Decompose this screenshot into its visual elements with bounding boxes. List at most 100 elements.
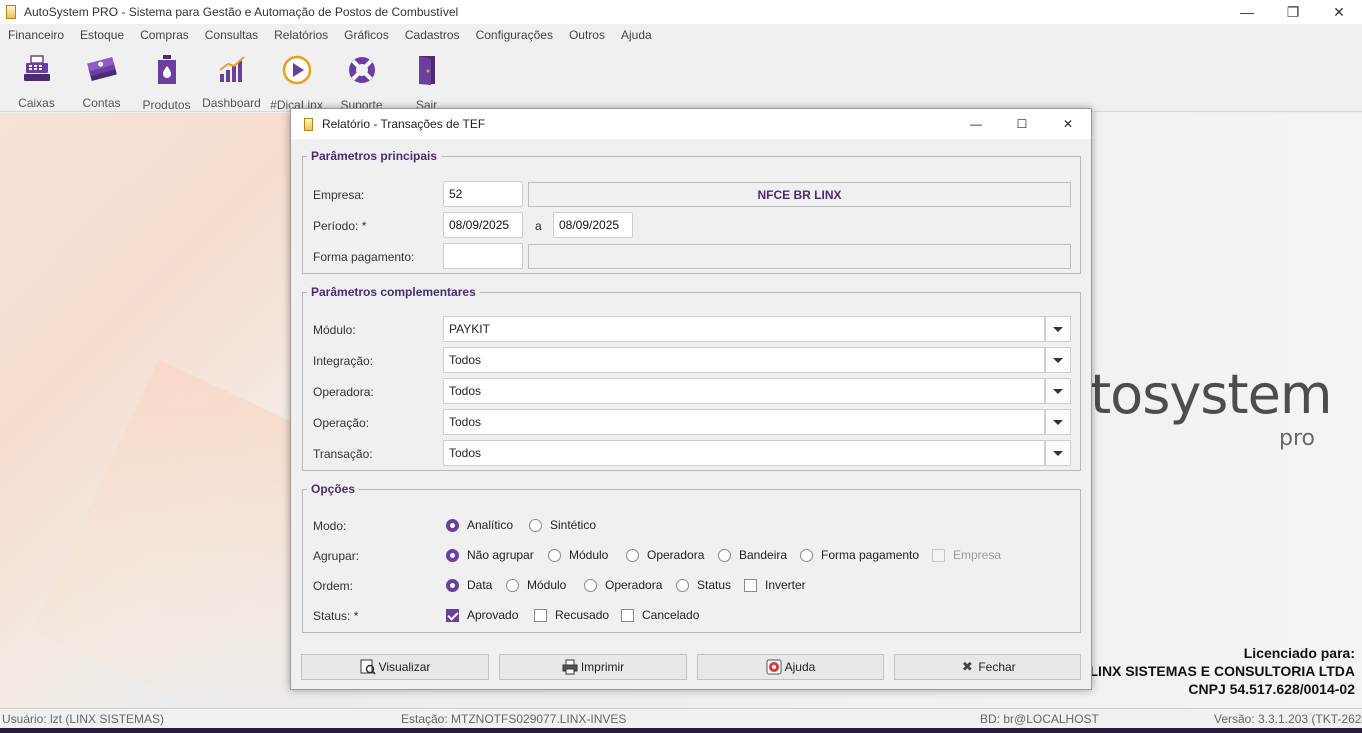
toolbar-contas-button[interactable]: Contas xyxy=(69,46,134,110)
agrupar-operadora-radio[interactable]: Operadora xyxy=(626,548,704,562)
integracao-dropdown-button[interactable] xyxy=(1045,347,1071,373)
window-controls: — ❐ ✕ xyxy=(1224,0,1362,24)
menu-bar: Financeiro Estoque Compras Consultas Rel… xyxy=(0,24,1362,46)
empresa-code-input[interactable]: 52 xyxy=(443,181,523,207)
operadora-label: Operadora: xyxy=(313,385,374,399)
periodo-to-input[interactable]: 08/09/2025 xyxy=(553,212,633,238)
preview-icon xyxy=(360,659,376,675)
forma-pagamento-label: Forma pagamento: xyxy=(313,250,415,264)
imprimir-button[interactable]: Imprimir xyxy=(499,654,687,680)
option-label: Recusado xyxy=(555,608,610,622)
toolbar-label: Dashboard xyxy=(202,96,261,110)
ordem-modulo-radio[interactable]: Módulo xyxy=(506,578,566,592)
ajuda-button[interactable]: Ajuda xyxy=(697,654,884,680)
agrupar-label: Agrupar: xyxy=(313,549,360,563)
menu-financeiro[interactable]: Financeiro xyxy=(2,28,70,42)
dialog-minimize-button[interactable]: — xyxy=(953,109,999,139)
agrupar-nao-agrupar-radio[interactable]: Não agrupar xyxy=(446,548,534,562)
button-label: Ajuda xyxy=(784,660,816,674)
close-button[interactable]: ✕ xyxy=(1316,0,1362,24)
modulo-dropdown-button[interactable] xyxy=(1045,316,1071,342)
option-label: Não agrupar xyxy=(467,548,534,562)
toolbar-suporte-button[interactable]: Suporte xyxy=(329,46,394,112)
toolbar-label: Caixas xyxy=(18,96,55,110)
menu-consultas[interactable]: Consultas xyxy=(199,28,264,42)
radio-selected-icon xyxy=(446,548,459,562)
dialog-close-button[interactable]: ✕ xyxy=(1045,109,1091,139)
option-label: Inverter xyxy=(765,578,806,592)
toolbar-dashboard-button[interactable]: Dashboard xyxy=(199,46,264,110)
ordem-status-radio[interactable]: Status xyxy=(676,578,731,592)
menu-compras[interactable]: Compras xyxy=(134,28,195,42)
agrupar-bandeira-radio[interactable]: Bandeira xyxy=(718,548,787,562)
taskbar-strip xyxy=(0,728,1362,733)
dialog-controls: — ☐ ✕ xyxy=(953,109,1091,139)
status-cancelado-checkbox[interactable]: Cancelado xyxy=(621,608,699,622)
option-label: Empresa xyxy=(953,548,1002,562)
checkbox-icon xyxy=(534,608,547,622)
comp-params-group: Parâmetros complementares Módulo: PAYKIT… xyxy=(302,285,1081,471)
radio-icon xyxy=(506,578,519,592)
periodo-label: Período: * xyxy=(313,219,367,233)
autosystem-logo-text: tosystem xyxy=(1090,363,1332,426)
option-label: Módulo xyxy=(569,548,609,562)
modo-analitico-radio[interactable]: Analítico xyxy=(446,518,513,532)
transacao-select[interactable]: Todos xyxy=(443,440,1045,466)
modulo-label: Módulo: xyxy=(313,323,356,337)
integracao-select[interactable]: Todos xyxy=(443,347,1045,373)
forma-pagamento-code-input[interactable] xyxy=(443,243,523,269)
main-params-group: Parâmetros principais Empresa: 52 NFCE B… xyxy=(302,149,1081,274)
status-recusado-checkbox[interactable]: Recusado xyxy=(534,608,609,622)
toolbar-dicalinx-button[interactable]: #DicaLinx xyxy=(264,46,329,112)
toolbar-produtos-button[interactable]: Produtos xyxy=(134,46,199,112)
option-label: Status xyxy=(697,578,732,592)
ordem-operadora-radio[interactable]: Operadora xyxy=(584,578,662,592)
dialog-maximize-button[interactable]: ☐ xyxy=(999,109,1045,139)
status-aprovado-checkbox[interactable]: Aprovado xyxy=(446,608,518,622)
menu-cadastros[interactable]: Cadastros xyxy=(399,28,466,42)
menu-ajuda[interactable]: Ajuda xyxy=(615,28,658,42)
operadora-select[interactable]: Todos xyxy=(443,378,1045,404)
chevron-down-icon xyxy=(1053,357,1063,363)
radio-selected-icon xyxy=(446,578,459,592)
options-group: Opções Modo: Analítico Sintético Agrupar… xyxy=(302,482,1081,633)
periodo-from-input[interactable]: 08/09/2025 xyxy=(443,212,523,238)
modo-sintetico-radio[interactable]: Sintético xyxy=(529,518,596,532)
operacao-select[interactable]: Todos xyxy=(443,409,1045,435)
menu-configuracoes[interactable]: Configurações xyxy=(470,28,559,42)
visualizar-button[interactable]: Visualizar xyxy=(301,654,489,680)
ordem-data-radio[interactable]: Data xyxy=(446,578,492,592)
option-label: Bandeira xyxy=(739,548,788,562)
transacao-dropdown-button[interactable] xyxy=(1045,440,1071,466)
option-label: Operadora xyxy=(605,578,663,592)
option-label: Operadora xyxy=(647,548,705,562)
license-info: Licenciado para: LINX SISTEMAS E CONSULT… xyxy=(1090,644,1356,698)
modulo-select[interactable]: PAYKIT xyxy=(443,316,1045,342)
ordem-inverter-checkbox[interactable]: Inverter xyxy=(744,578,806,592)
group-legend: Opções xyxy=(311,482,356,496)
radio-icon xyxy=(548,548,561,562)
fechar-button[interactable]: ✖ Fechar xyxy=(894,654,1081,680)
option-label: Forma pagamento xyxy=(821,548,920,562)
menu-estoque[interactable]: Estoque xyxy=(74,28,130,42)
toolbar-sair-button[interactable]: Sair xyxy=(394,46,459,112)
restore-button[interactable]: ❐ xyxy=(1270,0,1316,24)
bar-chart-icon xyxy=(216,54,248,84)
menu-outros[interactable]: Outros xyxy=(563,28,611,42)
agrupar-forma-pagamento-radio[interactable]: Forma pagamento xyxy=(800,548,919,562)
toolbar: Caixas Contas Produtos Dashboard #DicaLi… xyxy=(0,46,1362,112)
operacao-dropdown-button[interactable] xyxy=(1045,409,1071,435)
option-label: Data xyxy=(467,578,493,592)
button-label: Visualizar xyxy=(378,660,431,674)
checkbox-icon xyxy=(744,578,757,592)
minimize-button[interactable]: — xyxy=(1224,0,1270,24)
agrupar-modulo-radio[interactable]: Módulo xyxy=(548,548,608,562)
status-bar: Usuário: lzt (LINX SISTEMAS) Estação: MT… xyxy=(0,708,1362,728)
app-title: AutoSystem PRO - Sistema para Gestão e A… xyxy=(24,5,459,19)
empresa-name-field: NFCE BR LINX xyxy=(528,182,1071,207)
toolbar-caixas-button[interactable]: Caixas xyxy=(4,46,69,110)
operadora-dropdown-button[interactable] xyxy=(1045,378,1071,404)
chevron-down-icon xyxy=(1053,419,1063,425)
menu-graficos[interactable]: Gráficos xyxy=(338,28,395,42)
menu-relatorios[interactable]: Relatórios xyxy=(268,28,334,42)
